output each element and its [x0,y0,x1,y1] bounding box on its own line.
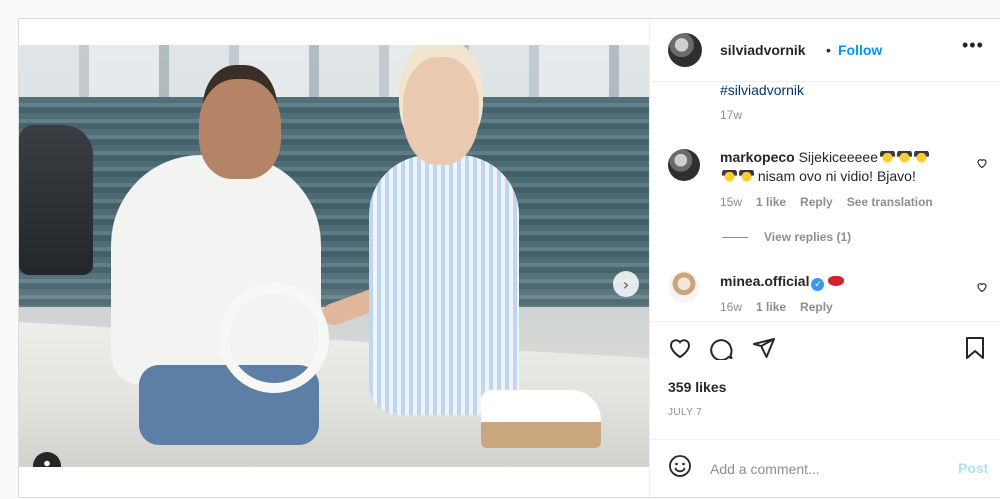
reply-button[interactable]: Reply [800,195,833,209]
woman-head [403,57,479,165]
heart-icon[interactable] [976,157,988,169]
comment-icon[interactable] [710,336,734,360]
harbor-background [19,45,649,97]
commenter-avatar[interactable] [668,271,700,303]
post-date[interactable]: JULY 7 [668,407,702,418]
emoji-icon [722,169,737,183]
comment-likes[interactable]: 1 like [756,300,786,314]
verified-icon: ✓ [811,278,825,291]
post-container: › silviadvornik • Follow ••• #silviadvor… [18,18,1000,499]
reply-button[interactable]: Reply [800,300,833,314]
likes-count[interactable]: 359 likes [668,379,726,395]
more-options-icon[interactable]: ••• [962,35,984,56]
author-username[interactable]: silviadvornik [720,42,806,58]
save-icon[interactable] [964,336,986,360]
comment-meta: 15w 1 like Reply See translation [720,195,933,209]
author-avatar[interactable] [668,33,702,67]
caption-time: 17w [720,108,743,122]
comment-body-line1: Sijekiceeeee [798,149,878,165]
see-translation-button[interactable]: See translation [847,195,933,209]
comment-likes[interactable]: 1 like [756,195,786,209]
comment-meta: 16w 1 like Reply [720,300,833,314]
view-replies-label: View replies (1) [764,230,852,244]
caption-hashtag[interactable]: #silviadvornik [720,82,804,98]
comment-time: 16w [720,300,743,314]
commenter-avatar[interactable] [668,149,700,181]
emoji-icon[interactable] [668,454,692,478]
share-icon[interactable] [752,336,776,360]
tag-people-icon [44,460,50,467]
lips-emoji-icon [828,276,845,286]
comment-time: 15w [720,195,743,209]
comment-text: markopeco Sijekiceeeee nisam ovo ni vidi… [720,148,960,186]
outboard-engine [19,125,93,275]
woman-figure [369,155,519,415]
post-header: silviadvornik • Follow ••• [650,19,1000,82]
comment-username[interactable]: markopeco [720,149,795,165]
emoji-icon [896,150,912,164]
replies-divider [722,236,748,238]
post-sidebar: silviadvornik • Follow ••• #silviadvorni… [649,19,1000,499]
action-bar [650,321,1000,362]
comment-input[interactable] [708,458,932,480]
next-slide-button[interactable]: › [613,271,639,297]
comment-text: minea.official ✓ [720,272,960,291]
post-comment-button[interactable]: Post [958,460,988,476]
steering-wheel [219,283,329,393]
wedge-sandal [481,390,601,448]
post-image[interactable]: › [19,45,649,467]
emoji-icon [739,169,754,183]
header-separator: • [826,42,831,58]
emoji-icon [879,150,895,164]
comment-body-line2: nisam ovo ni vidio! Bjavo! [757,168,916,184]
comment-username[interactable]: minea.official [720,273,809,289]
follow-button[interactable]: Follow [838,42,882,58]
next-arrow-icon: › [622,274,630,294]
heart-icon[interactable] [668,336,692,360]
heart-icon[interactable] [976,281,988,293]
emoji-icon [913,150,929,164]
man-head [199,79,281,179]
view-replies-button[interactable]: View replies (1) [722,230,851,244]
add-comment-bar: Post [650,439,1000,499]
